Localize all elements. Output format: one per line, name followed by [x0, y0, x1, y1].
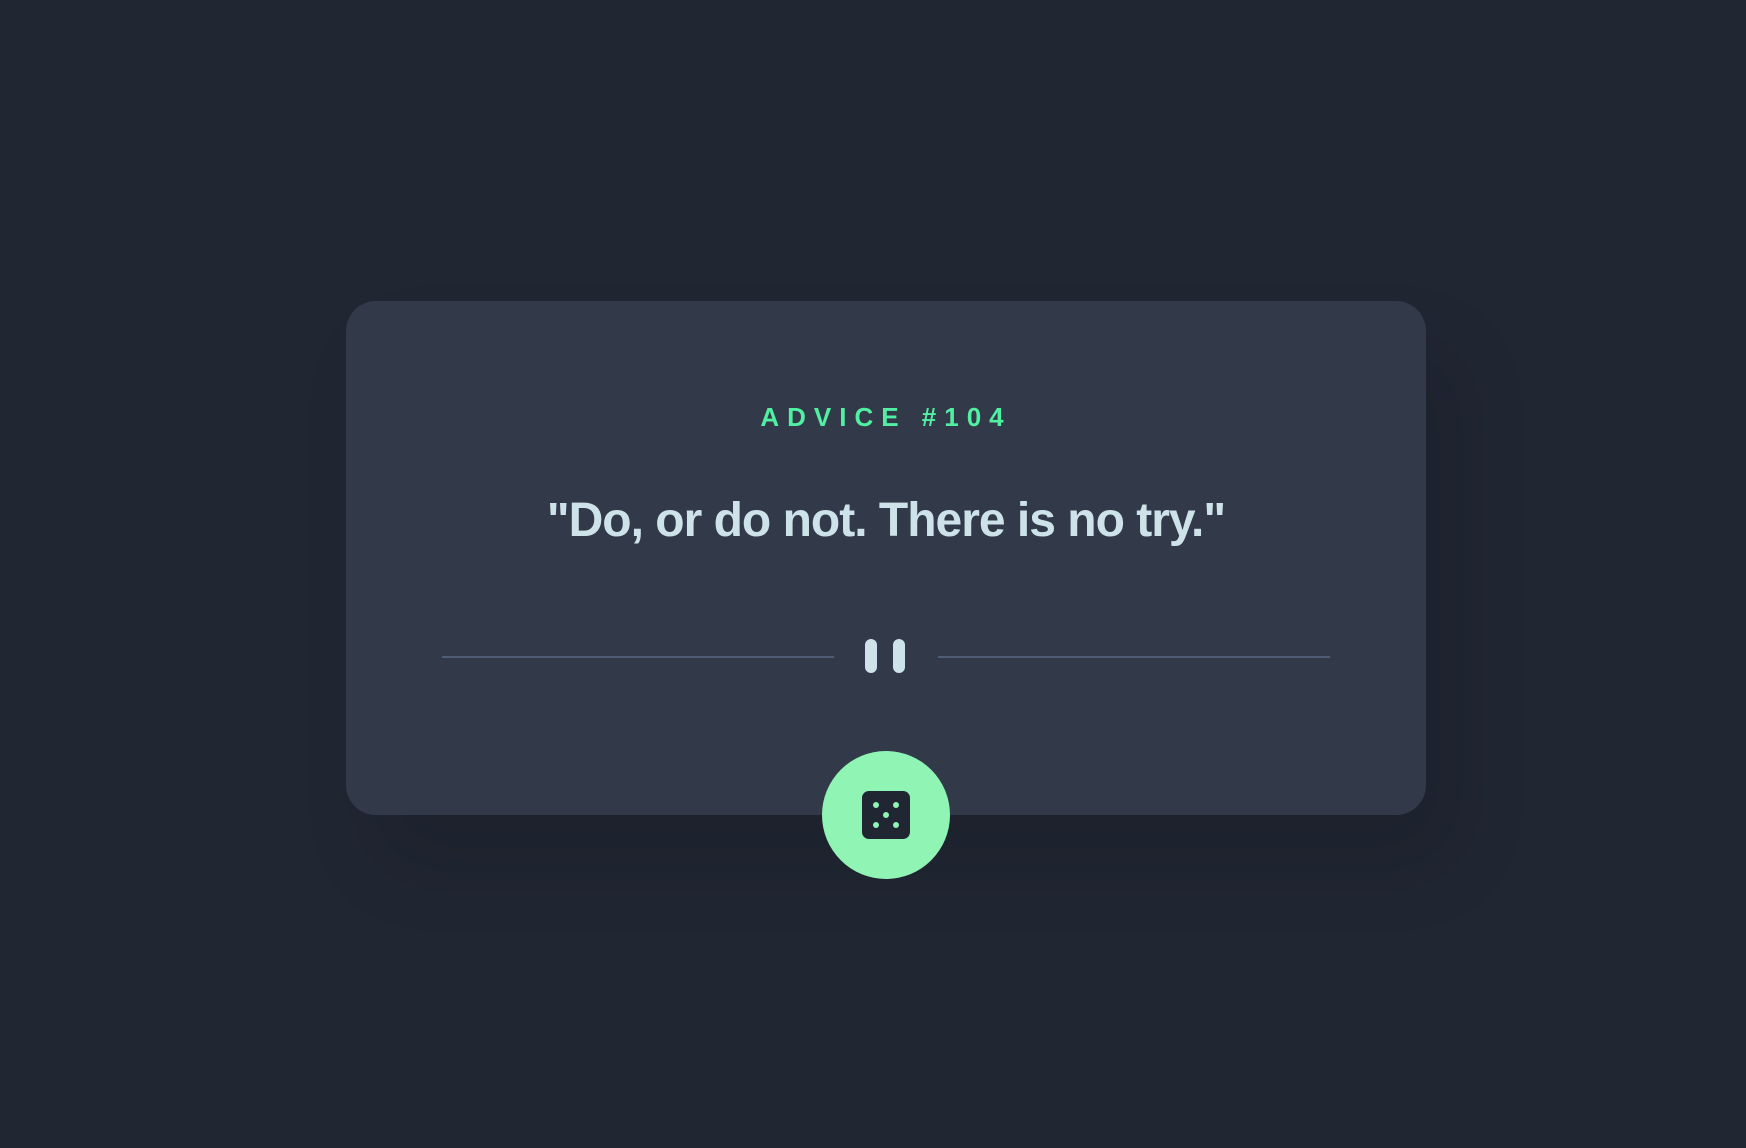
divider-line-left: [442, 656, 834, 658]
pause-icon: [865, 639, 907, 675]
generate-advice-button[interactable]: [822, 751, 950, 879]
divider-line-right: [938, 656, 1330, 658]
pause-bar-left: [865, 639, 877, 673]
pause-bar-right: [893, 639, 905, 673]
pattern-divider: [442, 639, 1330, 675]
dice-icon: [862, 791, 910, 839]
advice-number: ADVICE #104: [760, 402, 1012, 432]
advice-quote: "Do, or do not. There is no try.": [546, 494, 1226, 547]
advice-card: ADVICE #104 "Do, or do not. There is no …: [346, 301, 1426, 815]
